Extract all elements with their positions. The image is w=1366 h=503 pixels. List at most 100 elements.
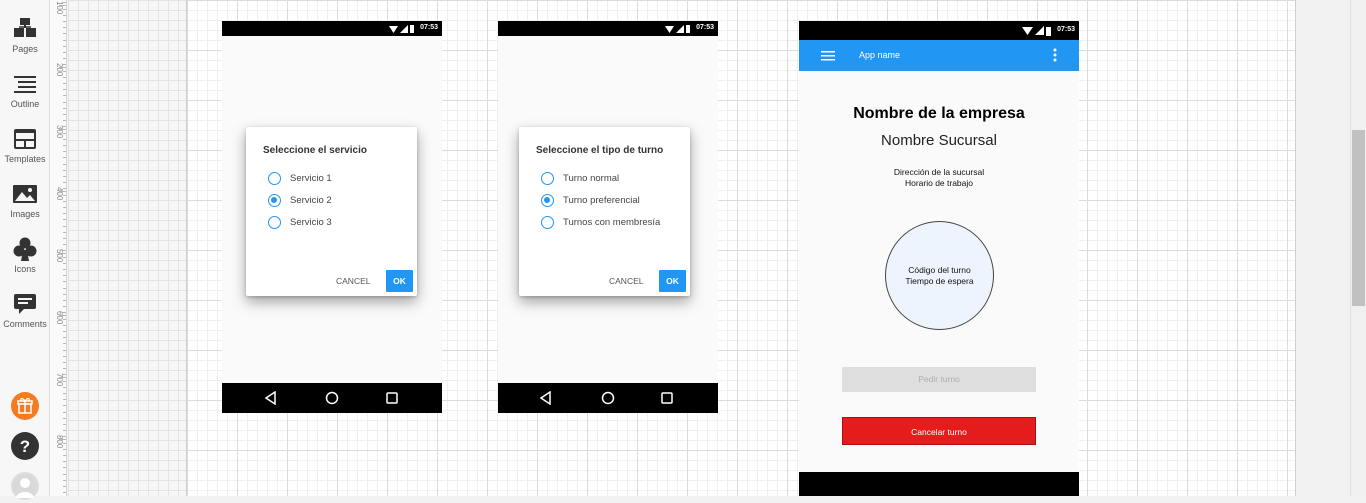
ruler-tick: [63, 417, 66, 419]
ruler-tick: [63, 473, 66, 475]
ruler-tick: [63, 331, 66, 332]
ruler-tick: [63, 300, 66, 301]
ruler-tick: [63, 176, 66, 177]
radio-button[interactable]: [541, 171, 554, 185]
radio-button-selected[interactable]: [268, 193, 281, 207]
pages-tool[interactable]: Pages: [0, 16, 50, 54]
svg-text:?: ?: [20, 437, 30, 456]
ruler-tick: [63, 386, 66, 388]
dialog-title: Seleccione el servicio: [263, 145, 367, 156]
ruler-tick: [63, 89, 66, 91]
gift-icon: [17, 398, 33, 414]
ruler-label: 600: [55, 311, 64, 325]
radio-button-selected[interactable]: [541, 193, 554, 207]
ruler-tick: [63, 114, 66, 115]
ruler-tick: [63, 107, 66, 109]
ruler-label: 300: [55, 125, 64, 139]
help-button[interactable]: ?: [11, 432, 39, 460]
cancel-turn-button[interactable]: Cancelar turno: [842, 417, 1036, 445]
ruler-tick: [63, 405, 66, 407]
templates-label: Templates: [4, 154, 46, 164]
service-dialog: Seleccione el servicio Servicio 1 Servic…: [246, 127, 417, 296]
more-options-icon[interactable]: [1053, 48, 1057, 62]
ruler-tick: [63, 269, 66, 270]
templates-tool[interactable]: Templates: [0, 126, 50, 164]
scrollbar-thumb[interactable]: [1352, 130, 1365, 306]
status-time: 07:53: [1057, 26, 1075, 33]
outline-label: Outline: [10, 99, 40, 109]
ruler-tick: [63, 169, 66, 171]
hamburger-menu-icon[interactable]: [821, 51, 835, 61]
dialog-title: Seleccione el tipo de turno: [536, 145, 664, 156]
recents-icon[interactable]: [660, 391, 674, 405]
ruler-tick: [63, 324, 66, 326]
home-icon[interactable]: [601, 391, 615, 405]
radio-option-turnos-membresia[interactable]: Turnos con membresía: [541, 215, 660, 229]
radio-option-turno-preferencial[interactable]: Turno preferencial: [541, 193, 640, 207]
radio-option-turno-normal[interactable]: Turno normal: [541, 171, 619, 185]
ruler-tick: [63, 306, 66, 308]
ruler-tick: [63, 362, 66, 363]
battery-icon: [410, 25, 414, 33]
back-icon[interactable]: [264, 391, 278, 405]
radio-option-servicio-1[interactable]: Servicio 1: [268, 171, 332, 185]
images-tool[interactable]: Images: [0, 181, 50, 219]
ruler-tick: [63, 486, 66, 487]
icons-label: Icons: [14, 264, 36, 274]
turn-info-circle: Código del turno Tiempo de espera: [885, 221, 994, 330]
ruler-label: 800: [55, 435, 64, 449]
wifi-icon: [1022, 27, 1033, 35]
ruler-tick: [63, 349, 66, 351]
gift-button[interactable]: [11, 392, 39, 420]
ruler-tick: [63, 355, 66, 357]
radio-option-servicio-3[interactable]: Servicio 3: [268, 215, 332, 229]
signal-icon: [400, 24, 408, 33]
radio-option-servicio-2[interactable]: Servicio 2: [268, 193, 332, 207]
turn-code: Código del turno: [908, 265, 971, 275]
battery-icon: [1046, 26, 1051, 36]
ruler-tick: [63, 262, 66, 264]
ok-button[interactable]: OK: [659, 270, 686, 292]
ruler-tick: [63, 21, 66, 22]
comments-icon: [14, 294, 36, 314]
branch-address: Dirección de la sucursal: [893, 167, 985, 177]
ruler-tick: [63, 399, 66, 401]
status-icons: [389, 24, 414, 33]
vertical-scrollbar[interactable]: [1350, 0, 1366, 496]
home-icon[interactable]: [325, 391, 339, 405]
radio-button[interactable]: [268, 215, 281, 229]
back-icon[interactable]: [539, 391, 553, 405]
request-turn-button[interactable]: Pedir turno: [842, 367, 1036, 392]
images-icon: [13, 185, 37, 203]
wifi-icon: [665, 25, 674, 33]
comments-tool[interactable]: Comments: [0, 291, 50, 329]
icons-tool[interactable]: Icons: [0, 236, 50, 274]
ruler-tick: [63, 337, 66, 339]
ruler-tick: [63, 52, 66, 53]
ruler-tick: [63, 58, 66, 60]
option-label: Turno preferencial: [563, 194, 640, 206]
canvas-margin: [68, 0, 186, 496]
ruler-tick: [63, 14, 66, 16]
cancel-button[interactable]: CANCEL: [336, 276, 370, 286]
vertical-ruler: 10020030040050060070080090: [50, 0, 67, 496]
ruler-label: 200: [55, 63, 64, 77]
status-bar: 07:53: [799, 21, 1079, 40]
recents-icon[interactable]: [385, 391, 399, 405]
user-avatar-icon: [16, 478, 34, 498]
ruler-tick: [63, 281, 66, 283]
ok-button[interactable]: OK: [386, 270, 413, 292]
cancel-button[interactable]: CANCEL: [609, 276, 643, 286]
outline-tool[interactable]: Outline: [0, 71, 50, 109]
radio-button[interactable]: [268, 171, 281, 185]
branch-hours: Horario de trabajo: [904, 178, 974, 188]
ruler-tick: [63, 244, 66, 246]
ruler-tick: [63, 83, 66, 84]
ruler-tick: [63, 151, 66, 153]
option-label: Turnos con membresía: [563, 216, 661, 228]
ruler-tick: [63, 238, 66, 239]
turn-type-dialog: Seleccione el tipo de turno Turno normal…: [519, 127, 690, 296]
wait-time: Tiempo de espera: [905, 276, 974, 286]
radio-button[interactable]: [541, 215, 554, 229]
company-name: Nombre de la empresa: [853, 105, 1025, 122]
